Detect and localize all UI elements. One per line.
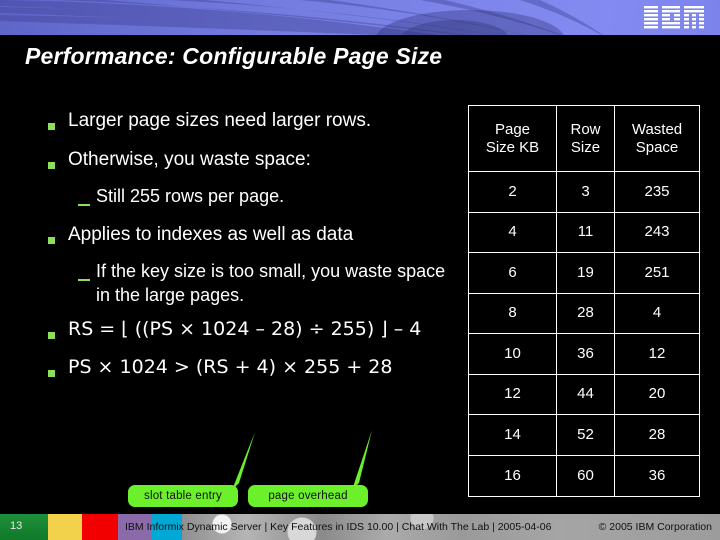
bullet-list: Larger page sizes need larger rows. Othe… (48, 108, 453, 383)
bullet-text: Otherwise, you waste space: (68, 149, 311, 170)
cell-wasted-space: 243 (615, 213, 699, 253)
footer-swatch-red (82, 514, 118, 540)
header-line-2: Size KB (485, 138, 540, 156)
table-header-cell-row-size: Row Size (557, 106, 615, 172)
header-line-1: Wasted (631, 120, 683, 138)
cell-row-size: 36 (557, 334, 615, 375)
bullet-item-formula-rs: RS = ⌊ ((PS × 1024 – 28) ÷ 255) ⌋ – 4 (48, 317, 453, 344)
footer-bar: 13 IBM Informix Dynamic Server | Key Fea… (0, 514, 720, 540)
page-title: Performance: Configurable Page Size (25, 43, 443, 69)
table-header-cell-page-size: Page Size KB (469, 106, 557, 172)
cell-row-size: 19 (557, 253, 615, 294)
formula-page-size: PS × 1024 > (RS + 4) × 255 + 28 (68, 356, 393, 378)
cell-page-size: 10 (469, 334, 557, 375)
bullet-dash-icon (78, 259, 96, 286)
bullet-item: Applies to indexes as well as data (48, 222, 453, 249)
footer-copyright: © 2005 IBM Corporation (598, 521, 712, 533)
bullet-text: Larger page sizes need larger rows. (68, 110, 372, 131)
cell-wasted-space: 12 (615, 334, 699, 375)
footer-swatch-yellow (48, 514, 82, 540)
table-row: 2 3 235 (469, 172, 699, 213)
callout-layer: slot table entry page overhead (0, 400, 720, 510)
table-header-row: Page Size KB Row Size Wasted Space (469, 106, 699, 172)
slide-number: 13 (10, 520, 23, 532)
cell-page-size: 2 (469, 172, 557, 213)
header-line-1: Row (570, 120, 601, 138)
formula-row-size: RS = ⌊ ((PS × 1024 – 28) ÷ 255) ⌋ – 4 (68, 318, 422, 340)
ibm-logo (644, 5, 704, 29)
table-row: 6 19 251 (469, 253, 699, 294)
bullet-text: If the key size is too small, you waste … (96, 261, 446, 305)
footer-swatch-green (0, 514, 48, 540)
cell-row-size: 28 (557, 293, 615, 334)
bullet-square-icon (48, 355, 68, 382)
cell-wasted-space: 251 (615, 253, 699, 294)
cell-wasted-space: 235 (615, 172, 699, 213)
header-banner (0, 0, 720, 35)
table-row: 10 36 12 (469, 334, 699, 375)
sub-bullet-item: If the key size is too small, you waste … (78, 259, 453, 307)
callout-slot-table-entry: slot table entry (128, 485, 238, 507)
bullet-square-icon (48, 147, 68, 174)
bullet-item-formula-ps: PS × 1024 > (RS + 4) × 255 + 28 (48, 355, 453, 382)
sub-bullet-item: Still 255 rows per page. (78, 184, 453, 211)
bullet-item: Larger page sizes need larger rows. (48, 108, 453, 135)
slide: Performance: Configurable Page Size Larg… (0, 0, 720, 540)
cell-page-size: 4 (469, 212, 557, 253)
header-line-1: Page (494, 120, 531, 138)
bullet-text: Still 255 rows per page. (96, 186, 285, 206)
table-row: 8 28 4 (469, 293, 699, 334)
callout-page-overhead: page overhead (248, 485, 368, 507)
bullet-square-icon (48, 317, 68, 344)
slot-table-entry-pointer (232, 432, 255, 490)
bullet-square-icon (48, 108, 68, 135)
table-header-cell-wasted-space: Wasted Space (615, 106, 699, 172)
page-overhead-pointer (352, 430, 372, 490)
bullet-item: Otherwise, you waste space: (48, 147, 453, 174)
cell-wasted-space: 4 (615, 294, 699, 334)
table-row: 4 11 243 (469, 212, 699, 253)
footer-center-text: IBM Informix Dynamic Server | Key Featur… (125, 521, 552, 533)
cell-row-size: 3 (557, 172, 615, 213)
cell-page-size: 6 (469, 253, 557, 294)
banner-swirl-rays (0, 0, 603, 35)
bullet-square-icon (48, 222, 68, 249)
cell-page-size: 8 (469, 293, 557, 334)
bullet-text: Applies to indexes as well as data (68, 224, 354, 245)
cell-row-size: 11 (557, 212, 615, 253)
header-line-2: Size (570, 138, 601, 156)
bullet-dash-icon (78, 184, 96, 211)
header-line-2: Space (635, 138, 679, 156)
